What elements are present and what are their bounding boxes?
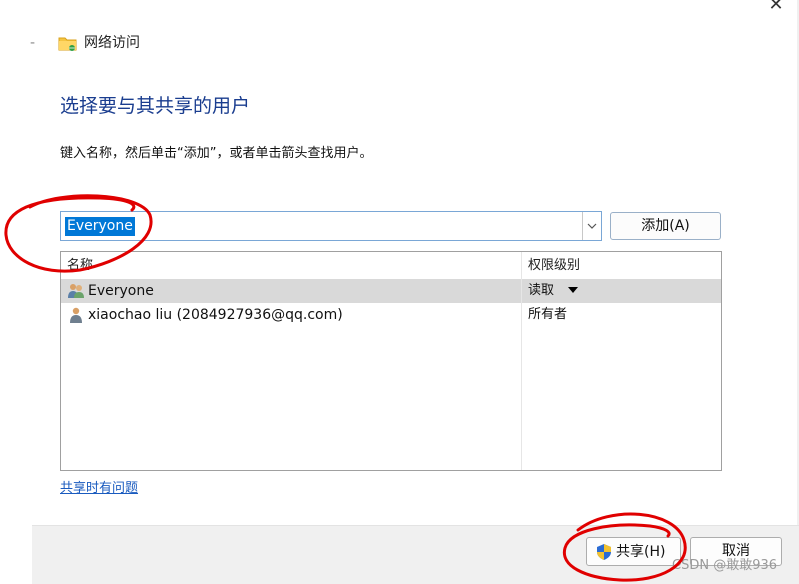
share-button[interactable]: 共享(H) [586, 537, 681, 566]
watermark: CSDN @敢敢936 [672, 558, 778, 573]
instruction-text: 键入名称，然后单击“添加”，或者单击箭头查找用户。 [60, 146, 373, 161]
user-name-input[interactable]: Everyone [65, 217, 135, 236]
list-header: 名称 权限级别 [61, 252, 721, 278]
window-title: 网络访问 [84, 35, 140, 51]
list-item[interactable]: xiaochao liu (2084927936@qq.com) 所有者 [61, 303, 721, 327]
row-permission[interactable]: 所有者 [528, 306, 567, 324]
column-header-name[interactable]: 名称 [67, 258, 93, 274]
network-folder-icon [58, 33, 78, 53]
share-button-label: 共享(H) [616, 544, 666, 560]
group-user-icon [67, 283, 85, 299]
user-icon [67, 307, 85, 323]
chevron-down-icon[interactable] [582, 212, 601, 240]
user-permission-list[interactable]: 名称 权限级别 Everyone 读取 xiaochao liu (208492… [60, 251, 722, 471]
column-divider [521, 252, 522, 470]
row-permission[interactable]: 读取 [528, 282, 554, 300]
row-user-name: xiaochao liu (2084927936@qq.com) [88, 307, 343, 323]
page-heading: 选择要与其共享的用户 [60, 95, 251, 117]
close-button[interactable]: ✕ [764, 0, 788, 16]
dropdown-arrow-icon[interactable] [568, 287, 578, 293]
network-access-dialog: - 网络访问 ✕ 选择要与其共享的用户 键入名称，然后单击“添加”，或者单击箭头… [0, 0, 799, 584]
add-button[interactable]: 添加(A) [610, 212, 721, 240]
sharing-help-link[interactable]: 共享时有问题 [60, 480, 138, 498]
column-header-permission[interactable]: 权限级别 [528, 258, 580, 274]
dialog-footer [32, 525, 799, 584]
back-button[interactable]: - [30, 36, 42, 50]
user-name-combobox[interactable]: Everyone [60, 211, 602, 241]
row-user-name: Everyone [88, 283, 154, 299]
uac-shield-icon [595, 543, 613, 561]
list-item[interactable]: Everyone 读取 [61, 279, 721, 303]
